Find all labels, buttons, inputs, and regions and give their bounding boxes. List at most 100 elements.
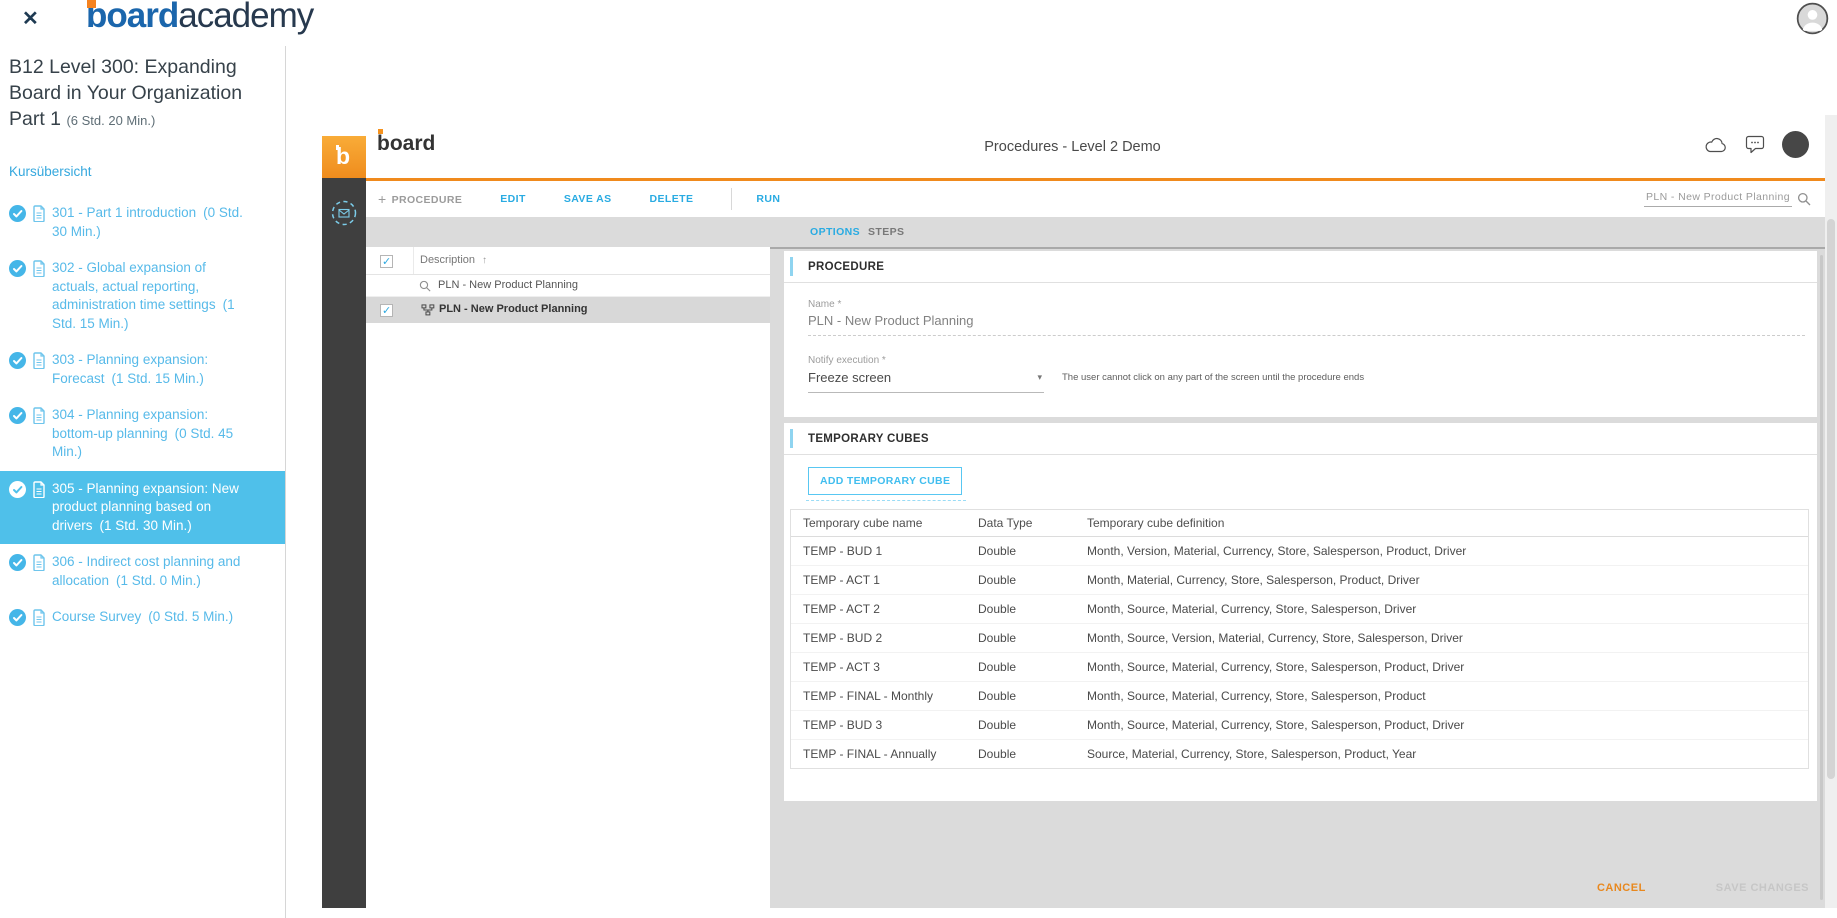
- procedure-toolbar: + PROCEDURE EDIT SAVE AS DELETE RUN PLN -…: [366, 181, 1825, 217]
- description-column-header[interactable]: Description ↑: [420, 254, 487, 266]
- course-item[interactable]: 301 - Part 1 introduction (0 Std. 30 Min.…: [0, 195, 285, 250]
- table-row[interactable]: TEMP - BUD 3 Double Month, Source, Mater…: [791, 710, 1808, 740]
- document-icon: [32, 608, 46, 626]
- cube-definition-cell: Month, Source, Material, Currency, Store…: [1087, 594, 1808, 624]
- person-icon: [1796, 2, 1829, 35]
- course-overview-link[interactable]: Kursübersicht: [9, 164, 285, 179]
- document-icon: [32, 204, 46, 222]
- select-all-checkbox[interactable]: [380, 255, 393, 268]
- course-title: B12 Level 300: Expanding Board in Your O…: [9, 56, 243, 130]
- tab-steps[interactable]: STEPS: [868, 226, 904, 238]
- course-item[interactable]: 303 - Planning expansion: Forecast (1 Std…: [0, 342, 285, 397]
- table-row[interactable]: TEMP - BUD 2 Double Month, Source, Versi…: [791, 623, 1808, 653]
- notify-execution-label: Notify execution *: [808, 355, 886, 366]
- table-row[interactable]: TEMP - FINAL - Monthly Double Month, Sou…: [791, 681, 1808, 711]
- chat-icon[interactable]: [1745, 135, 1765, 154]
- completed-check-icon: [9, 480, 26, 498]
- table-header-row: Temporary cube name Data Type Temporary …: [791, 510, 1808, 537]
- procedures-capsule-icon[interactable]: [330, 199, 358, 232]
- document-icon: [32, 553, 46, 571]
- page-scrollbar[interactable]: [1825, 115, 1837, 908]
- col-header-definition[interactable]: Temporary cube definition: [1087, 510, 1808, 537]
- course-item-text: Course Survey (0 Std. 5 Min.): [52, 608, 233, 627]
- procedure-flow-icon: [421, 304, 435, 316]
- completed-check-icon: [9, 406, 26, 424]
- row-checkbox[interactable]: [380, 304, 393, 317]
- course-item-text: 306 - Indirect cost planning and allocat…: [52, 553, 253, 590]
- cube-definition-cell: Month, Source, Material, Currency, Store…: [1087, 710, 1808, 740]
- course-item[interactable]: Course Survey (0 Std. 5 Min.): [0, 599, 285, 636]
- save-changes-button[interactable]: SAVE CHANGES: [1716, 882, 1809, 894]
- procedure-row-selected[interactable]: PLN - New Product Planning: [366, 297, 770, 323]
- panel-scrollbar[interactable]: [1820, 255, 1823, 900]
- toolbar-search: PLN - New Product Planning: [1643, 191, 1811, 207]
- cube-type-cell: Double: [978, 623, 1087, 653]
- save-as-button[interactable]: SAVE AS: [564, 193, 612, 205]
- cube-type-cell: Double: [978, 536, 1087, 566]
- list-filter-input[interactable]: PLN - New Product Planning: [438, 279, 578, 291]
- completed-check-icon: [9, 553, 26, 571]
- cube-type-cell: Double: [978, 594, 1087, 624]
- table-row[interactable]: TEMP - ACT 3 Double Month, Source, Mater…: [791, 652, 1808, 682]
- chevron-down-icon: ▾: [1037, 372, 1042, 382]
- course-item-duration: (0 Std. 5 Min.): [148, 609, 234, 624]
- tab-options[interactable]: OPTIONS: [810, 226, 860, 238]
- document-icon: [32, 351, 46, 369]
- completed-check-icon: [9, 259, 26, 277]
- search-input[interactable]: PLN - New Product Planning: [1643, 191, 1792, 207]
- cube-name-cell: TEMP - ACT 3: [791, 652, 978, 682]
- course-item[interactable]: 305 - Planning expansion: New product pl…: [0, 470, 285, 544]
- cube-name-cell: TEMP - ACT 2: [791, 594, 978, 624]
- course-item-duration: (1 Std. 30 Min.): [99, 517, 192, 533]
- notify-execution-dropdown[interactable]: Freeze screen ▾: [808, 369, 1044, 393]
- edit-button[interactable]: EDIT: [500, 193, 526, 205]
- list-search-row: PLN - New Product Planning: [366, 275, 770, 297]
- close-icon[interactable]: ✕: [22, 6, 39, 31]
- course-item[interactable]: 302 - Global expansion of actuals, actua…: [0, 250, 285, 342]
- procedure-card: PROCEDURE Name * PLN - New Product Plann…: [784, 251, 1817, 417]
- name-field[interactable]: PLN - New Product Planning: [808, 313, 973, 328]
- cube-name-cell: TEMP - FINAL - Annually: [803, 746, 937, 761]
- cube-type-cell: Double: [978, 710, 1087, 740]
- delete-button[interactable]: DELETE: [650, 193, 694, 205]
- add-temporary-cube-button[interactable]: ADD TEMPORARY CUBE: [808, 467, 963, 495]
- board-app-frame: b board Procedures - Level 2 Demo + PROCE…: [320, 115, 1825, 908]
- procedure-row-label: PLN - New Product Planning: [439, 303, 588, 315]
- cube-definition-cell: Month, Source, Material, Currency, Store…: [1087, 652, 1808, 682]
- list-header-row: Description↑: [366, 247, 770, 275]
- sort-ascending-icon[interactable]: ↑: [482, 255, 487, 266]
- table-row[interactable]: TEMP - FINAL - Annually Double Source, M…: [791, 739, 1808, 768]
- table-row[interactable]: TEMP - ACT 2 Double Month, Source, Mater…: [791, 594, 1808, 624]
- screen-title: Procedures - Level 2 Demo: [984, 139, 1161, 155]
- name-field-underline: [808, 335, 1805, 336]
- cloud-icon[interactable]: [1704, 137, 1728, 153]
- user-avatar[interactable]: [1796, 2, 1829, 35]
- table-row[interactable]: TEMP - ACT 1 Double Month, Material, Cur…: [791, 565, 1808, 595]
- button-focus-underline: [806, 500, 966, 501]
- page-scrollbar-thumb[interactable]: [1827, 219, 1835, 779]
- cube-type-cell: Double: [978, 746, 1017, 761]
- col-header-name[interactable]: Temporary cube name: [791, 510, 978, 537]
- course-item[interactable]: 304 - Planning expansion: bottom-up plan…: [0, 397, 285, 471]
- course-item-label: 301 - Part 1 introduction: [52, 205, 197, 220]
- search-icon[interactable]: [1797, 192, 1811, 206]
- cube-definition-cell: Month, Source, Version, Material, Curren…: [1087, 623, 1808, 653]
- cancel-button[interactable]: CANCEL: [1597, 882, 1646, 894]
- cube-definition-cell: Month, Source, Material, Currency, Store…: [1087, 681, 1808, 711]
- course-item[interactable]: 306 - Indirect cost planning and allocat…: [0, 544, 285, 599]
- course-item-text: 303 - Planning expansion: Forecast (1 Std…: [52, 351, 253, 388]
- name-label: Name *: [808, 299, 842, 310]
- run-button[interactable]: RUN: [756, 193, 780, 205]
- search-icon: [419, 280, 431, 292]
- toolbar-separator: [731, 188, 733, 210]
- new-procedure-button[interactable]: + PROCEDURE: [378, 191, 462, 207]
- cube-type-cell: Double: [978, 565, 1087, 595]
- course-item-text: 301 - Part 1 introduction (0 Std. 30 Min.…: [52, 204, 253, 241]
- cube-type-cell: Double: [978, 652, 1087, 682]
- table-row[interactable]: TEMP - BUD 1 Double Month, Version, Mate…: [791, 536, 1808, 566]
- col-header-type[interactable]: Data Type: [978, 510, 1087, 537]
- cube-type-cell: Double: [978, 681, 1087, 711]
- app-content: OPTIONS STEPS Description↑ PLN - New Pro…: [366, 217, 1825, 908]
- column-divider: [413, 247, 414, 274]
- profile-avatar[interactable]: [1782, 131, 1809, 158]
